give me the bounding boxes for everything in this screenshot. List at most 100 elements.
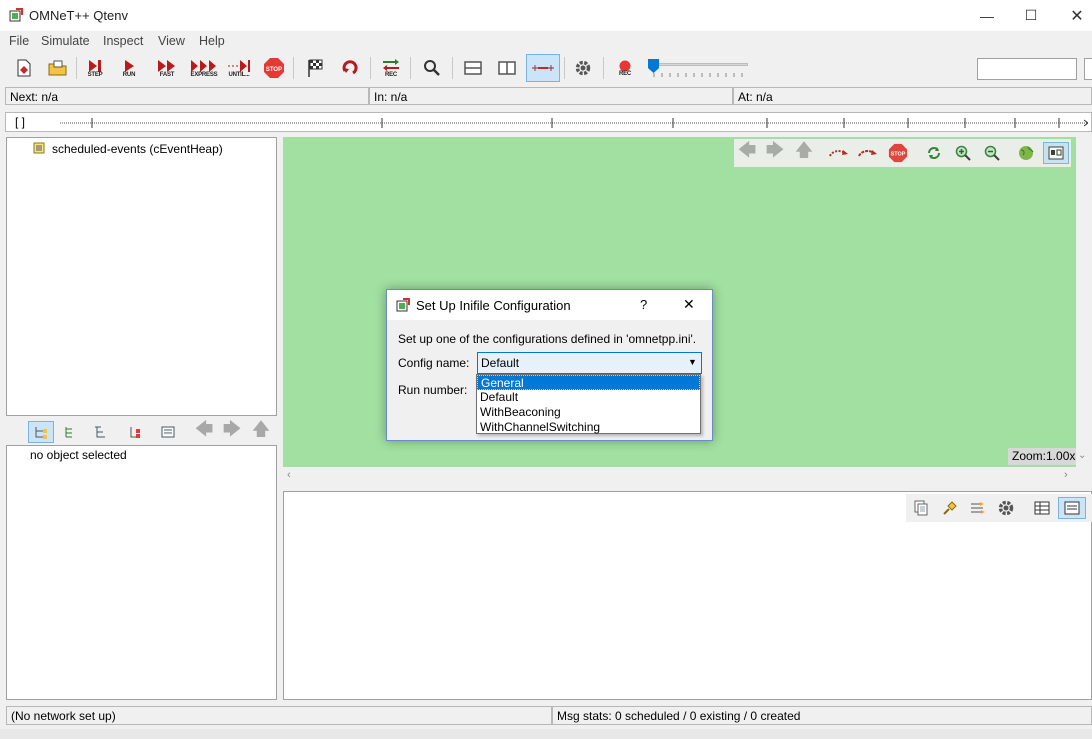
inheritance-icon bbox=[95, 426, 105, 438]
run-local-icon bbox=[829, 150, 848, 157]
zoom-level-label: Zoom:1.00x bbox=[1008, 448, 1080, 465]
grouped-mode-button[interactable] bbox=[122, 421, 146, 443]
title-bar: OMNeT++ Qtenv — ☐ ✕ bbox=[0, 0, 1092, 31]
zoom-out-button[interactable] bbox=[980, 142, 1004, 164]
finish-simulation-button[interactable] bbox=[304, 54, 326, 82]
open-folder-icon bbox=[48, 60, 67, 76]
layout-horizontal-button[interactable] bbox=[460, 54, 486, 82]
run-local-button[interactable] bbox=[826, 142, 852, 164]
canvas-forward-icon[interactable]: 🡆 bbox=[763, 140, 787, 164]
refresh-icon bbox=[928, 147, 940, 159]
2d-view-button[interactable] bbox=[1043, 142, 1069, 164]
config-name-combo[interactable]: Default ▼ bbox=[477, 352, 702, 374]
slider-handle[interactable] bbox=[648, 59, 659, 73]
children-mode-button[interactable] bbox=[28, 421, 54, 443]
record-video-button[interactable]: REC bbox=[612, 54, 638, 82]
config-option-withchannelswitching[interactable]: WithChannelSwitching bbox=[477, 420, 700, 435]
in-module-field: In: n/a bbox=[369, 87, 733, 105]
run-button[interactable]: RUN bbox=[117, 54, 141, 82]
close-window-button[interactable]: ✕ bbox=[1054, 0, 1092, 31]
menu-view[interactable]: View bbox=[158, 34, 185, 48]
pin-icon bbox=[943, 501, 957, 515]
new-run-button[interactable] bbox=[13, 54, 35, 82]
inspector-toolbar: 🡄 🡆 🡅 bbox=[6, 419, 277, 445]
canvas-stop-button[interactable]: STOP bbox=[886, 142, 910, 164]
magnifier-icon bbox=[424, 60, 440, 76]
run-number-label: Run number: bbox=[398, 383, 468, 397]
back-arrow-icon[interactable]: 🡄 bbox=[192, 419, 216, 443]
find-in-log-button[interactable] bbox=[938, 497, 962, 519]
new-document-icon bbox=[17, 59, 31, 77]
copy-log-button[interactable] bbox=[909, 497, 933, 519]
canvas-vertical-scrollbar[interactable]: ⌄ bbox=[1076, 137, 1090, 467]
minimize-button[interactable]: — bbox=[964, 0, 1010, 31]
up-arrow-icon[interactable]: 🡅 bbox=[249, 419, 273, 443]
filter-log-button[interactable] bbox=[966, 497, 990, 519]
help-button[interactable]: ? bbox=[640, 297, 647, 312]
timeline-toggle-button[interactable] bbox=[526, 54, 560, 82]
message-table-icon bbox=[1034, 501, 1050, 515]
menu-help[interactable]: Help bbox=[199, 34, 225, 48]
log-settings-button[interactable] bbox=[994, 497, 1018, 519]
horizontal-split-icon bbox=[464, 61, 482, 75]
config-option-withbeaconing[interactable]: WithBeaconing bbox=[477, 405, 700, 420]
fast-local-button[interactable] bbox=[855, 142, 881, 164]
group-icon bbox=[130, 427, 140, 438]
zoom-in-button[interactable] bbox=[951, 142, 975, 164]
flat-mode-button[interactable] bbox=[58, 421, 82, 443]
canvas-toolbar: 🡄 🡆 🡅 STOP bbox=[734, 139, 1071, 167]
menu-file[interactable]: File bbox=[9, 34, 29, 48]
config-option-default[interactable]: Default bbox=[477, 390, 700, 405]
dialog-description: Set up one of the configurations defined… bbox=[398, 332, 697, 346]
object-search-input[interactable] bbox=[977, 58, 1077, 80]
redraw-button[interactable] bbox=[922, 142, 946, 164]
tree-item-scheduled-events[interactable]: scheduled-events (cEventHeap) bbox=[52, 142, 223, 156]
canvas-up-icon[interactable]: 🡅 bbox=[792, 140, 816, 164]
svg-text:STOP: STOP bbox=[266, 67, 282, 73]
config-option-general[interactable]: General bbox=[477, 375, 700, 390]
canvas-back-icon[interactable]: 🡄 bbox=[735, 140, 759, 164]
canvas-horizontal-scrollbar[interactable]: ‹ › bbox=[283, 467, 1076, 485]
menu-simulate[interactable]: Simulate bbox=[41, 34, 90, 48]
gear-icon bbox=[575, 60, 591, 76]
log-gear-icon bbox=[998, 500, 1014, 516]
object-inspector-panel: no object selected bbox=[6, 445, 277, 700]
preferences-button[interactable] bbox=[571, 54, 595, 82]
no-object-selected-label: no object selected bbox=[30, 448, 127, 462]
animation-speed-slider[interactable] bbox=[648, 59, 752, 81]
run-until-button[interactable]: UNTIL... bbox=[224, 54, 254, 82]
dialog-title-bar: Set Up Inifile Configuration ? ✕ bbox=[387, 290, 712, 320]
copy-icon bbox=[914, 500, 928, 516]
find-objects-button[interactable] bbox=[420, 54, 444, 82]
express-run-button[interactable]: EXPRESS bbox=[187, 54, 221, 82]
canvas-stop-icon: STOP bbox=[888, 143, 908, 163]
vertical-split-icon bbox=[498, 61, 516, 75]
forward-arrow-icon[interactable]: 🡆 bbox=[220, 419, 244, 443]
window-bottom-edge bbox=[0, 729, 1092, 739]
3d-view-button[interactable] bbox=[1014, 142, 1038, 164]
stop-button[interactable]: STOP bbox=[262, 54, 286, 82]
tree-icon bbox=[35, 427, 47, 439]
rebuild-network-button[interactable] bbox=[339, 54, 361, 82]
load-ned-button[interactable] bbox=[47, 54, 69, 82]
log-mode-button[interactable] bbox=[1058, 497, 1086, 519]
layout-vertical-button[interactable] bbox=[494, 54, 520, 82]
menu-inspect[interactable]: Inspect bbox=[103, 34, 143, 48]
event-recording-button[interactable]: REC bbox=[378, 54, 404, 82]
search-options-button[interactable] bbox=[1084, 58, 1092, 80]
maximize-button[interactable]: ☐ bbox=[1008, 0, 1054, 31]
status-bar: (No network set up) Msg stats: 0 schedul… bbox=[0, 706, 1092, 726]
config-name-value: Default bbox=[481, 356, 520, 370]
config-dropdown-list: General Default WithBeaconing WithChanne… bbox=[476, 374, 701, 434]
dialog-app-icon bbox=[396, 298, 410, 312]
event-timeline[interactable]: [ ] bbox=[5, 112, 1092, 132]
dialog-close-button[interactable]: ✕ bbox=[683, 296, 695, 313]
checkered-flag-icon bbox=[308, 59, 323, 77]
inheritance-mode-button[interactable] bbox=[88, 421, 112, 443]
fast-run-button[interactable]: FAST bbox=[152, 54, 182, 82]
zoom-out-icon bbox=[984, 145, 1000, 161]
messages-mode-button[interactable] bbox=[1030, 497, 1054, 519]
step-button[interactable]: STEP bbox=[83, 54, 107, 82]
window-title: OMNeT++ Qtenv bbox=[29, 8, 128, 23]
object-details-button[interactable] bbox=[156, 421, 180, 443]
